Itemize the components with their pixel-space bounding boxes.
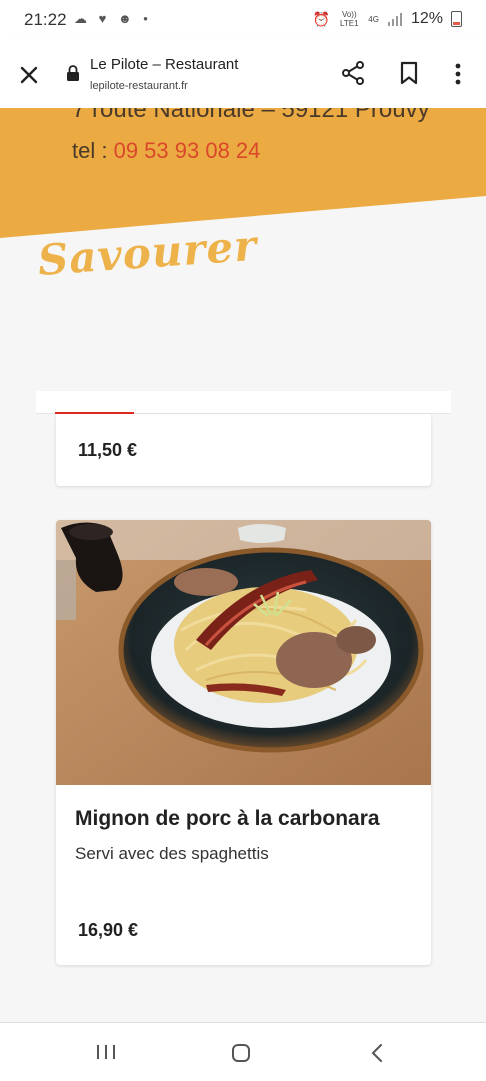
tel-number-link[interactable]: 09 53 93 08 24 — [114, 138, 261, 163]
telephone-line: tel : 09 53 93 08 24 — [72, 138, 260, 164]
previous-item-price: 11,50 € — [78, 440, 138, 460]
dish-photo — [56, 520, 431, 785]
status-time: 21:22 — [24, 10, 67, 29]
restaurant-address: 7 route Nationale – 59121 Prouvy — [72, 108, 430, 123]
tel-label: tel : — [72, 138, 114, 163]
signal-icon — [387, 13, 402, 26]
close-icon[interactable] — [14, 60, 44, 90]
status-bar: 21:22 ☁ ♥ ☻ • ⏰ Vo)) LTE1 4G 12% — [0, 0, 486, 40]
menu-tabs — [36, 391, 451, 414]
battery-percent: 12% — [410, 10, 443, 27]
dish-description: Servi avec des spaghettis — [75, 844, 269, 863]
page-url[interactable]: lepilote-restaurant.fr — [90, 80, 188, 92]
lock-icon — [67, 65, 79, 81]
home-icon[interactable] — [230, 1042, 252, 1064]
volte-indicator: Vo)) LTE1 — [340, 10, 359, 28]
more-vertical-icon[interactable] — [448, 60, 468, 88]
dish-price: 16,90 € — [78, 920, 139, 940]
page-title[interactable]: Le Pilote – Restaurant — [90, 56, 238, 73]
battery-icon — [451, 11, 462, 27]
bookmark-icon[interactable] — [397, 60, 421, 86]
menu-card-previous[interactable]: 11,50 € — [56, 414, 431, 486]
system-nav-bar — [0, 1022, 486, 1081]
back-icon[interactable] — [368, 1042, 386, 1064]
status-right: ⏰ Vo)) LTE1 4G 12% — [313, 10, 462, 28]
notification-icons: ☁ ♥ ☻ • — [74, 11, 152, 26]
browser-toolbar: Le Pilote – Restaurant lepilote-restaura… — [0, 40, 486, 108]
share-icon[interactable] — [340, 60, 366, 86]
alarm-icon: ⏰ — [312, 10, 331, 27]
menu-card[interactable]: Mignon de porc à la carbonara Servi avec… — [56, 520, 431, 965]
network-type: 4G — [368, 14, 379, 24]
dish-title: Mignon de porc à la carbonara — [75, 807, 380, 830]
recent-apps-icon[interactable] — [95, 1043, 117, 1061]
